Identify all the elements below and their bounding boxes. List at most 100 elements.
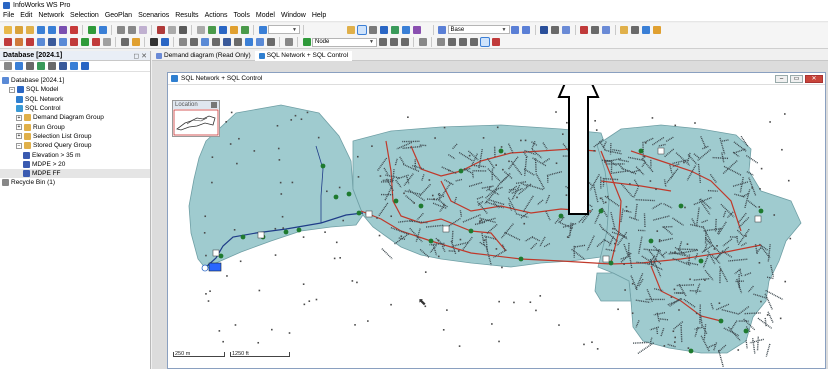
zoom-window-icon[interactable] [469,38,478,46]
sort-icon[interactable] [207,25,216,34]
scenario-add-icon[interactable] [511,25,519,34]
close-icon[interactable] [149,38,158,46]
zoom-select-icon[interactable] [258,25,267,34]
tree-item[interactable]: Database [2024.1] [0,76,150,85]
expander-icon[interactable]: + [16,124,22,131]
results-icon[interactable] [551,25,559,34]
menu-scenarios[interactable]: Scenarios [138,12,169,19]
tree-item[interactable]: MDPE > 20 [0,160,150,169]
tree-item[interactable]: − SQL Model [0,85,150,94]
export-icon[interactable] [642,25,650,34]
pointer-icon[interactable] [178,38,187,46]
help-icon[interactable] [98,25,107,34]
select-icon[interactable] [357,24,367,35]
polygon-select-icon[interactable] [200,38,209,46]
binoculars-icon[interactable] [631,25,639,34]
rect-select-icon[interactable] [189,38,198,46]
binoculars-icon[interactable] [58,62,67,70]
tree-item[interactable]: SQL Network [0,95,150,104]
menu-file[interactable]: File [3,12,14,19]
commit-icon[interactable] [58,25,67,34]
layers-icon[interactable] [391,25,399,34]
tree-item[interactable]: Elevation > 35 m [0,150,150,159]
tool-icon[interactable] [14,38,23,46]
zoom-out-icon[interactable] [458,38,467,46]
join-icon[interactable] [102,38,111,46]
undo-icon[interactable] [156,25,165,34]
branch-icon[interactable] [80,38,89,46]
tab-demand-diagram[interactable]: Demand diagram (Read Only) [152,51,255,61]
menu-network[interactable]: Network [38,12,64,19]
profile-icon[interactable] [602,25,610,34]
tree-item[interactable]: + Demand Diagram Group [0,113,150,122]
scenario-manage-icon[interactable] [522,25,530,34]
tree-item[interactable]: MDPE FF [0,168,150,179]
find-icon[interactable] [244,38,253,46]
grid-icon[interactable] [25,62,34,70]
up-icon[interactable] [3,62,12,70]
layer-combo[interactable]: Node ▼ [312,37,377,47]
zoom-in-icon[interactable] [447,38,456,46]
filter-icon[interactable] [47,62,56,70]
style-icon[interactable] [131,38,140,46]
grid-icon[interactable] [580,25,588,34]
validate-icon[interactable] [87,25,96,34]
menu-selection[interactable]: Selection [70,12,99,19]
properties-icon[interactable] [255,38,264,46]
close-icon[interactable] [211,102,217,108]
network-map[interactable] [168,85,825,368]
open-icon[interactable] [14,25,23,34]
trace-icon[interactable] [222,38,231,46]
options-icon[interactable] [653,25,661,34]
empty-combo[interactable]: ▼ [268,25,300,34]
tree-item[interactable]: + Run Group [0,122,150,131]
refresh-icon[interactable] [36,25,45,34]
connect-icon[interactable] [69,38,78,46]
tree-item[interactable]: SQL Control [0,104,150,113]
link-icon[interactable] [413,25,421,34]
scenario-icon[interactable] [438,25,446,34]
open-folder-icon[interactable] [25,25,34,34]
table-icon[interactable] [218,25,227,34]
menu-tools[interactable]: Tools [234,12,250,19]
chart-icon[interactable] [229,25,238,34]
revert-icon[interactable] [69,25,78,34]
expander-icon[interactable]: + [16,114,22,121]
expander-icon[interactable]: − [16,142,22,149]
tree-item[interactable]: Recycle Bin (1) [0,178,150,187]
measure-icon[interactable] [233,38,242,46]
menu-actions[interactable]: Actions [205,12,228,19]
table-view-icon[interactable] [47,38,56,46]
compare-icon[interactable] [562,25,570,34]
expander-icon[interactable]: − [9,86,15,93]
pencil-icon[interactable] [418,38,427,46]
paste-icon[interactable] [138,25,147,34]
save-icon[interactable] [47,25,56,34]
pin-icon[interactable]: ◻ [133,53,139,60]
menu-geoplan[interactable]: GeoPlan [105,12,132,19]
pipe-icon[interactable] [25,38,34,46]
lasso-icon[interactable] [211,38,220,46]
theme-icon[interactable] [620,25,628,34]
minimize-button[interactable]: – [775,75,788,83]
copy-icon[interactable] [127,25,136,34]
edit-icon[interactable] [178,25,187,34]
add-link-icon[interactable] [389,38,398,46]
menu-edit[interactable]: Edit [20,12,32,19]
menu-results[interactable]: Results [175,12,198,19]
network-icon[interactable] [380,25,388,34]
hand-icon[interactable] [160,38,169,46]
tree-item[interactable]: + Selection List Group [0,132,150,141]
location-overview[interactable]: Location [172,100,220,137]
label-icon[interactable] [266,38,275,46]
tag-icon[interactable] [69,62,78,70]
grid-view-icon[interactable] [36,38,45,46]
check-icon[interactable] [3,38,12,46]
close-button[interactable]: ✕ [805,75,823,83]
tree-item[interactable]: − Stored Query Group [0,141,150,150]
filter-icon[interactable] [196,25,205,34]
pan-icon[interactable] [436,38,445,46]
query-icon[interactable] [369,25,377,34]
menu-help[interactable]: Help [312,12,326,19]
zoom-extent-icon[interactable] [479,37,490,47]
